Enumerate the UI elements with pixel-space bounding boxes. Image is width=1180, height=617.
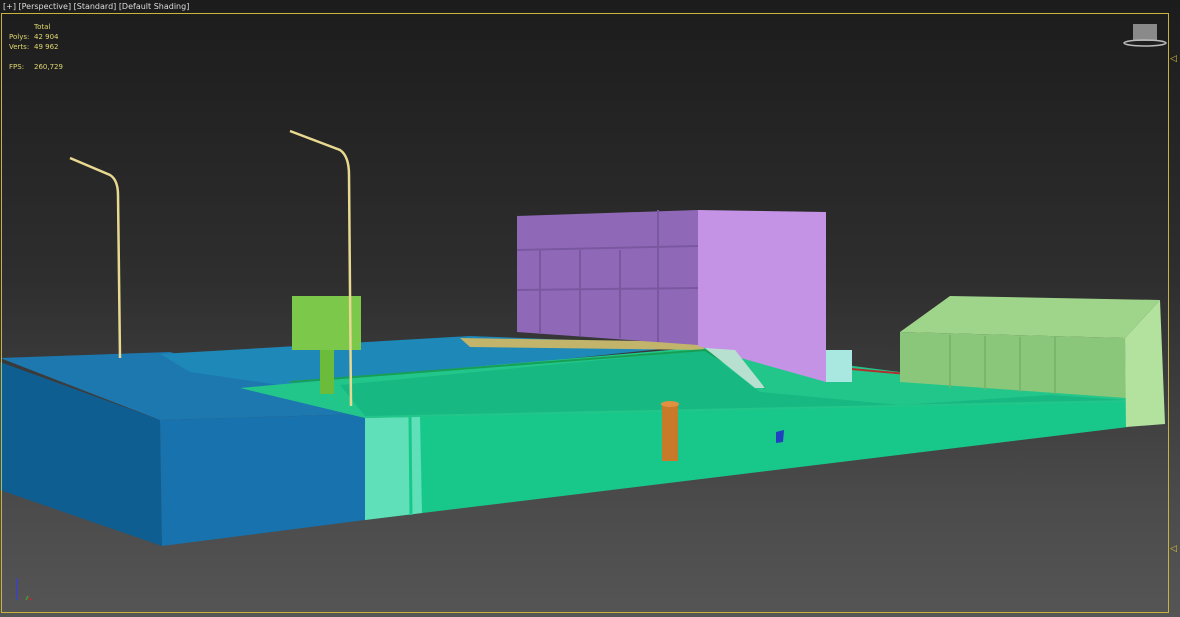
utility-box (826, 350, 852, 382)
viewport-marker-bottom-icon: ◁ (1170, 544, 1177, 554)
shed-roof (900, 296, 1160, 338)
viewport-label: [+] [Perspective] [Standard] [Default Sh… (3, 2, 189, 11)
building-left-face (517, 210, 698, 345)
blue-block-front-face (160, 414, 365, 546)
mode-menu[interactable]: [Standard] (74, 2, 117, 11)
viewport-menu[interactable]: [+] (3, 2, 16, 11)
fps-label: FPS: (9, 63, 25, 71)
billboard-post (320, 350, 334, 394)
polys-label: Polys: (9, 33, 30, 41)
verts-label: Verts: (9, 43, 30, 51)
terrain-edge-strip (365, 417, 422, 520)
viewport-marker-top-icon: ◁ (1170, 54, 1177, 64)
polys-value: 42 904 (34, 33, 59, 41)
3d-scene[interactable] (0, 0, 1180, 617)
terrain-front-face (365, 402, 1128, 520)
stats-header: Total (34, 23, 51, 31)
fps-value: 260,729 (34, 63, 63, 71)
pipe (662, 404, 678, 461)
shading-menu[interactable]: [Default Shading] (119, 2, 190, 11)
view-menu[interactable]: [Perspective] (19, 2, 72, 11)
viewcube-icon[interactable] (1122, 22, 1172, 50)
small-object (776, 430, 784, 443)
verts-value: 49 962 (34, 43, 59, 51)
street-lamp-1 (69, 156, 122, 359)
